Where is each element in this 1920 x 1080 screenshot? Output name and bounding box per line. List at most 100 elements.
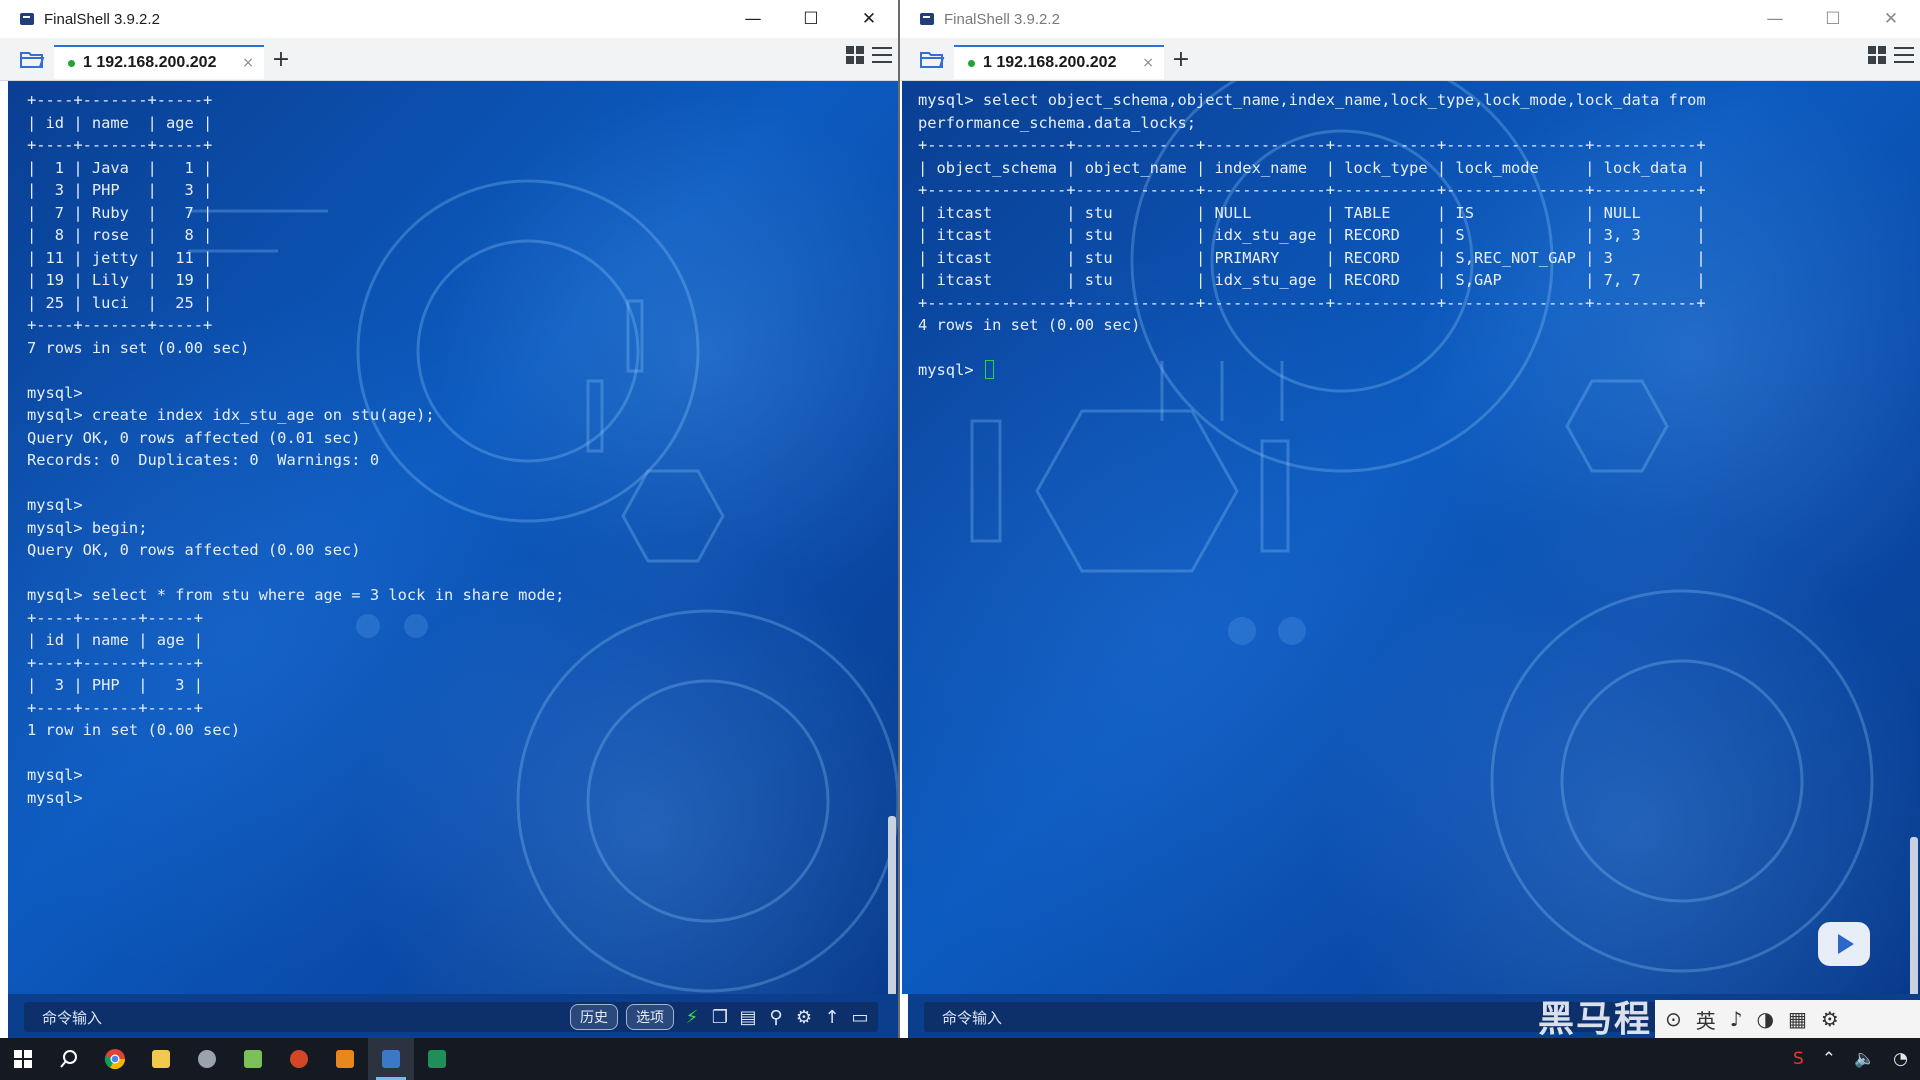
terminal-scrollbar[interactable]: [1910, 837, 1918, 994]
taskbar-app-orange[interactable]: [322, 1038, 368, 1080]
terminal-line: 1 row in set (0.00 sec): [27, 721, 241, 739]
layout-grid-icon[interactable]: [846, 46, 864, 64]
terminal-line: | id | name | age |: [27, 631, 204, 649]
tab-close-icon[interactable]: ×: [1142, 55, 1154, 71]
terminal-scrollbar[interactable]: [888, 816, 896, 994]
ime-mode-icon[interactable]: ◑: [1757, 1007, 1774, 1031]
sogou-icon[interactable]: S: [1793, 1049, 1804, 1069]
tab-close-icon[interactable]: ×: [242, 55, 254, 71]
history-button[interactable]: 历史: [570, 1004, 618, 1030]
folder-icon[interactable]: [910, 38, 954, 80]
powerpoint-icon: [290, 1050, 308, 1068]
close-button[interactable]: ✕: [840, 0, 898, 38]
command-input[interactable]: 命令输入 历史 选项 ⚡ ❐ ▤ ⚲ ⚙ ↑ ▭: [24, 1002, 878, 1032]
terminal-line: Records: 0 Duplicates: 0 Warnings: 0: [27, 451, 380, 469]
maximize-button[interactable]: ☐: [782, 0, 840, 38]
ime-language[interactable]: 英: [1696, 1005, 1716, 1034]
terminal-line: | 19 | Lily | 19 |: [27, 271, 213, 289]
video-play-icon[interactable]: [1818, 922, 1870, 966]
taskbar-search-button[interactable]: [46, 1038, 92, 1080]
finalshell-window-right: FinalShell 3.9.2.2 — ☐ ✕ 1 192.168.200.2…: [900, 0, 1920, 1038]
minimize-button[interactable]: —: [1746, 0, 1804, 38]
terminal-line: | id | name | age |: [27, 113, 213, 132]
terminal-line: +---------------+-------------+---------…: [918, 136, 1706, 154]
search-icon[interactable]: ⚲: [766, 1007, 786, 1028]
finalshell-app-icon: [20, 13, 34, 25]
finalshell-icon: [382, 1050, 400, 1068]
windows-logo-icon: [14, 1050, 32, 1068]
terminal-line: Query OK, 0 rows affected (0.01 sec): [27, 428, 361, 447]
upload-icon[interactable]: ↑: [822, 1007, 842, 1028]
terminal-line: | itcast | stu | idx_stu_age | RECORD | …: [918, 226, 1706, 244]
taskbar-file-explorer[interactable]: [138, 1038, 184, 1080]
terminal-line: Query OK, 0 rows affected (0.00 sec): [27, 541, 361, 559]
terminal-line: mysql>: [918, 361, 983, 379]
taskbar-chrome[interactable]: [92, 1038, 138, 1080]
ime-punctuation-icon[interactable]: ♪: [1730, 1007, 1743, 1031]
terminal-area[interactable]: +----+-------+-----+ | id | name | age |…: [8, 81, 898, 994]
terminal-line: | 7 | Ruby | 7 |: [27, 203, 213, 222]
terminal-line: mysql>: [27, 788, 83, 807]
maximize-button[interactable]: ☐: [1804, 0, 1862, 38]
terminal-line: mysql> select * from stu where age = 3 l…: [27, 586, 565, 604]
terminal-output: +----+-------+-----+ | id | name | age |…: [27, 89, 888, 809]
terminal-line: | 25 | luci | 25 |: [27, 293, 213, 312]
start-button[interactable]: [0, 1038, 46, 1080]
ime-settings-icon[interactable]: ⚙: [1821, 1007, 1839, 1031]
ime-toolbar[interactable]: ⊙ 英 ♪ ◑ ▦ ⚙: [1655, 1000, 1920, 1038]
connected-status-icon: [968, 59, 975, 67]
taskbar-finalshell[interactable]: [368, 1038, 414, 1080]
terminal-line: +----+------+-----+: [27, 653, 204, 672]
search-icon: [60, 1050, 77, 1068]
terminal-line: +---------------+-------------+---------…: [918, 181, 1706, 199]
terminal-line: +----+-------+-----+: [27, 136, 213, 154]
volume-icon[interactable]: 🔈: [1854, 1049, 1875, 1069]
window-icon[interactable]: ▭: [850, 1007, 870, 1028]
layout-grid-icon[interactable]: [1868, 46, 1886, 64]
paste-icon[interactable]: ▤: [738, 1007, 758, 1028]
add-tab-button[interactable]: +: [1164, 47, 1198, 72]
menu-icon[interactable]: [1894, 47, 1914, 63]
taskbar-notepad[interactable]: [230, 1038, 276, 1080]
window-title: FinalShell 3.9.2.2: [944, 10, 1060, 28]
terminal-line: mysql> select object_schema,object_name,…: [918, 91, 1706, 109]
finalshell-window-left: FinalShell 3.9.2.2 — ☐ ✕ 1 192.168.200.2…: [0, 0, 898, 1038]
taskbar-powerpoint[interactable]: [276, 1038, 322, 1080]
copy-icon[interactable]: ❐: [710, 1007, 730, 1028]
chevron-up-icon[interactable]: ⌃: [1822, 1049, 1836, 1069]
watermark-logo: 黑马程: [1538, 999, 1653, 1040]
command-bar: 命令输入 历史 选项 ⚡ ❐ ▤ ⚲ ⚙ ↑ ▭: [8, 994, 898, 1038]
terminal-cursor: [984, 360, 994, 379]
folder-icon[interactable]: [10, 38, 54, 80]
add-tab-button[interactable]: +: [264, 47, 298, 72]
terminal-output: mysql> select object_schema,object_name,…: [918, 89, 1910, 382]
title-bar[interactable]: FinalShell 3.9.2.2 — ☐ ✕: [900, 0, 1920, 38]
window-title: FinalShell 3.9.2.2: [44, 10, 160, 28]
close-button[interactable]: ✕: [1862, 0, 1920, 38]
options-button[interactable]: 选项: [626, 1004, 674, 1030]
terminal-line: | itcast | stu | NULL | TABLE | IS | NUL…: [918, 203, 1706, 222]
terminal-line: +----+-------+-----+: [27, 91, 213, 109]
gear-icon[interactable]: ⚙: [794, 1007, 814, 1028]
minimize-button[interactable]: —: [724, 0, 782, 38]
ime-logo-icon[interactable]: ⊙: [1665, 1007, 1682, 1031]
windows-taskbar: S ⌃ 🔈 ◔: [0, 1038, 1920, 1080]
session-tab-label: 1 192.168.200.202: [83, 54, 217, 71]
chrome-icon: [104, 1049, 126, 1070]
terminal-area[interactable]: mysql> select object_schema,object_name,…: [902, 81, 1920, 994]
terminal-line: +----+-------+-----+: [27, 316, 213, 334]
network-icon[interactable]: ◔: [1893, 1049, 1908, 1069]
session-tab[interactable]: 1 192.168.200.202 ×: [54, 45, 264, 79]
tab-bar: 1 192.168.200.202 × +: [900, 38, 1920, 81]
taskbar-app-green[interactable]: [414, 1038, 460, 1080]
taskbar-app-bird[interactable]: [184, 1038, 230, 1080]
terminal-line: performance_schema.data_locks;: [918, 113, 1196, 132]
quick-command-icon[interactable]: ⚡: [682, 1007, 702, 1028]
ime-keyboard-icon[interactable]: ▦: [1788, 1007, 1807, 1031]
session-tab-label: 1 192.168.200.202: [983, 54, 1117, 71]
title-bar[interactable]: FinalShell 3.9.2.2 — ☐ ✕: [0, 0, 898, 38]
session-tab[interactable]: 1 192.168.200.202 ×: [954, 45, 1164, 79]
terminal-line: | 1 | Java | 1 |: [27, 158, 213, 177]
terminal-line: 4 rows in set (0.00 sec): [918, 316, 1141, 334]
menu-icon[interactable]: [872, 47, 892, 63]
